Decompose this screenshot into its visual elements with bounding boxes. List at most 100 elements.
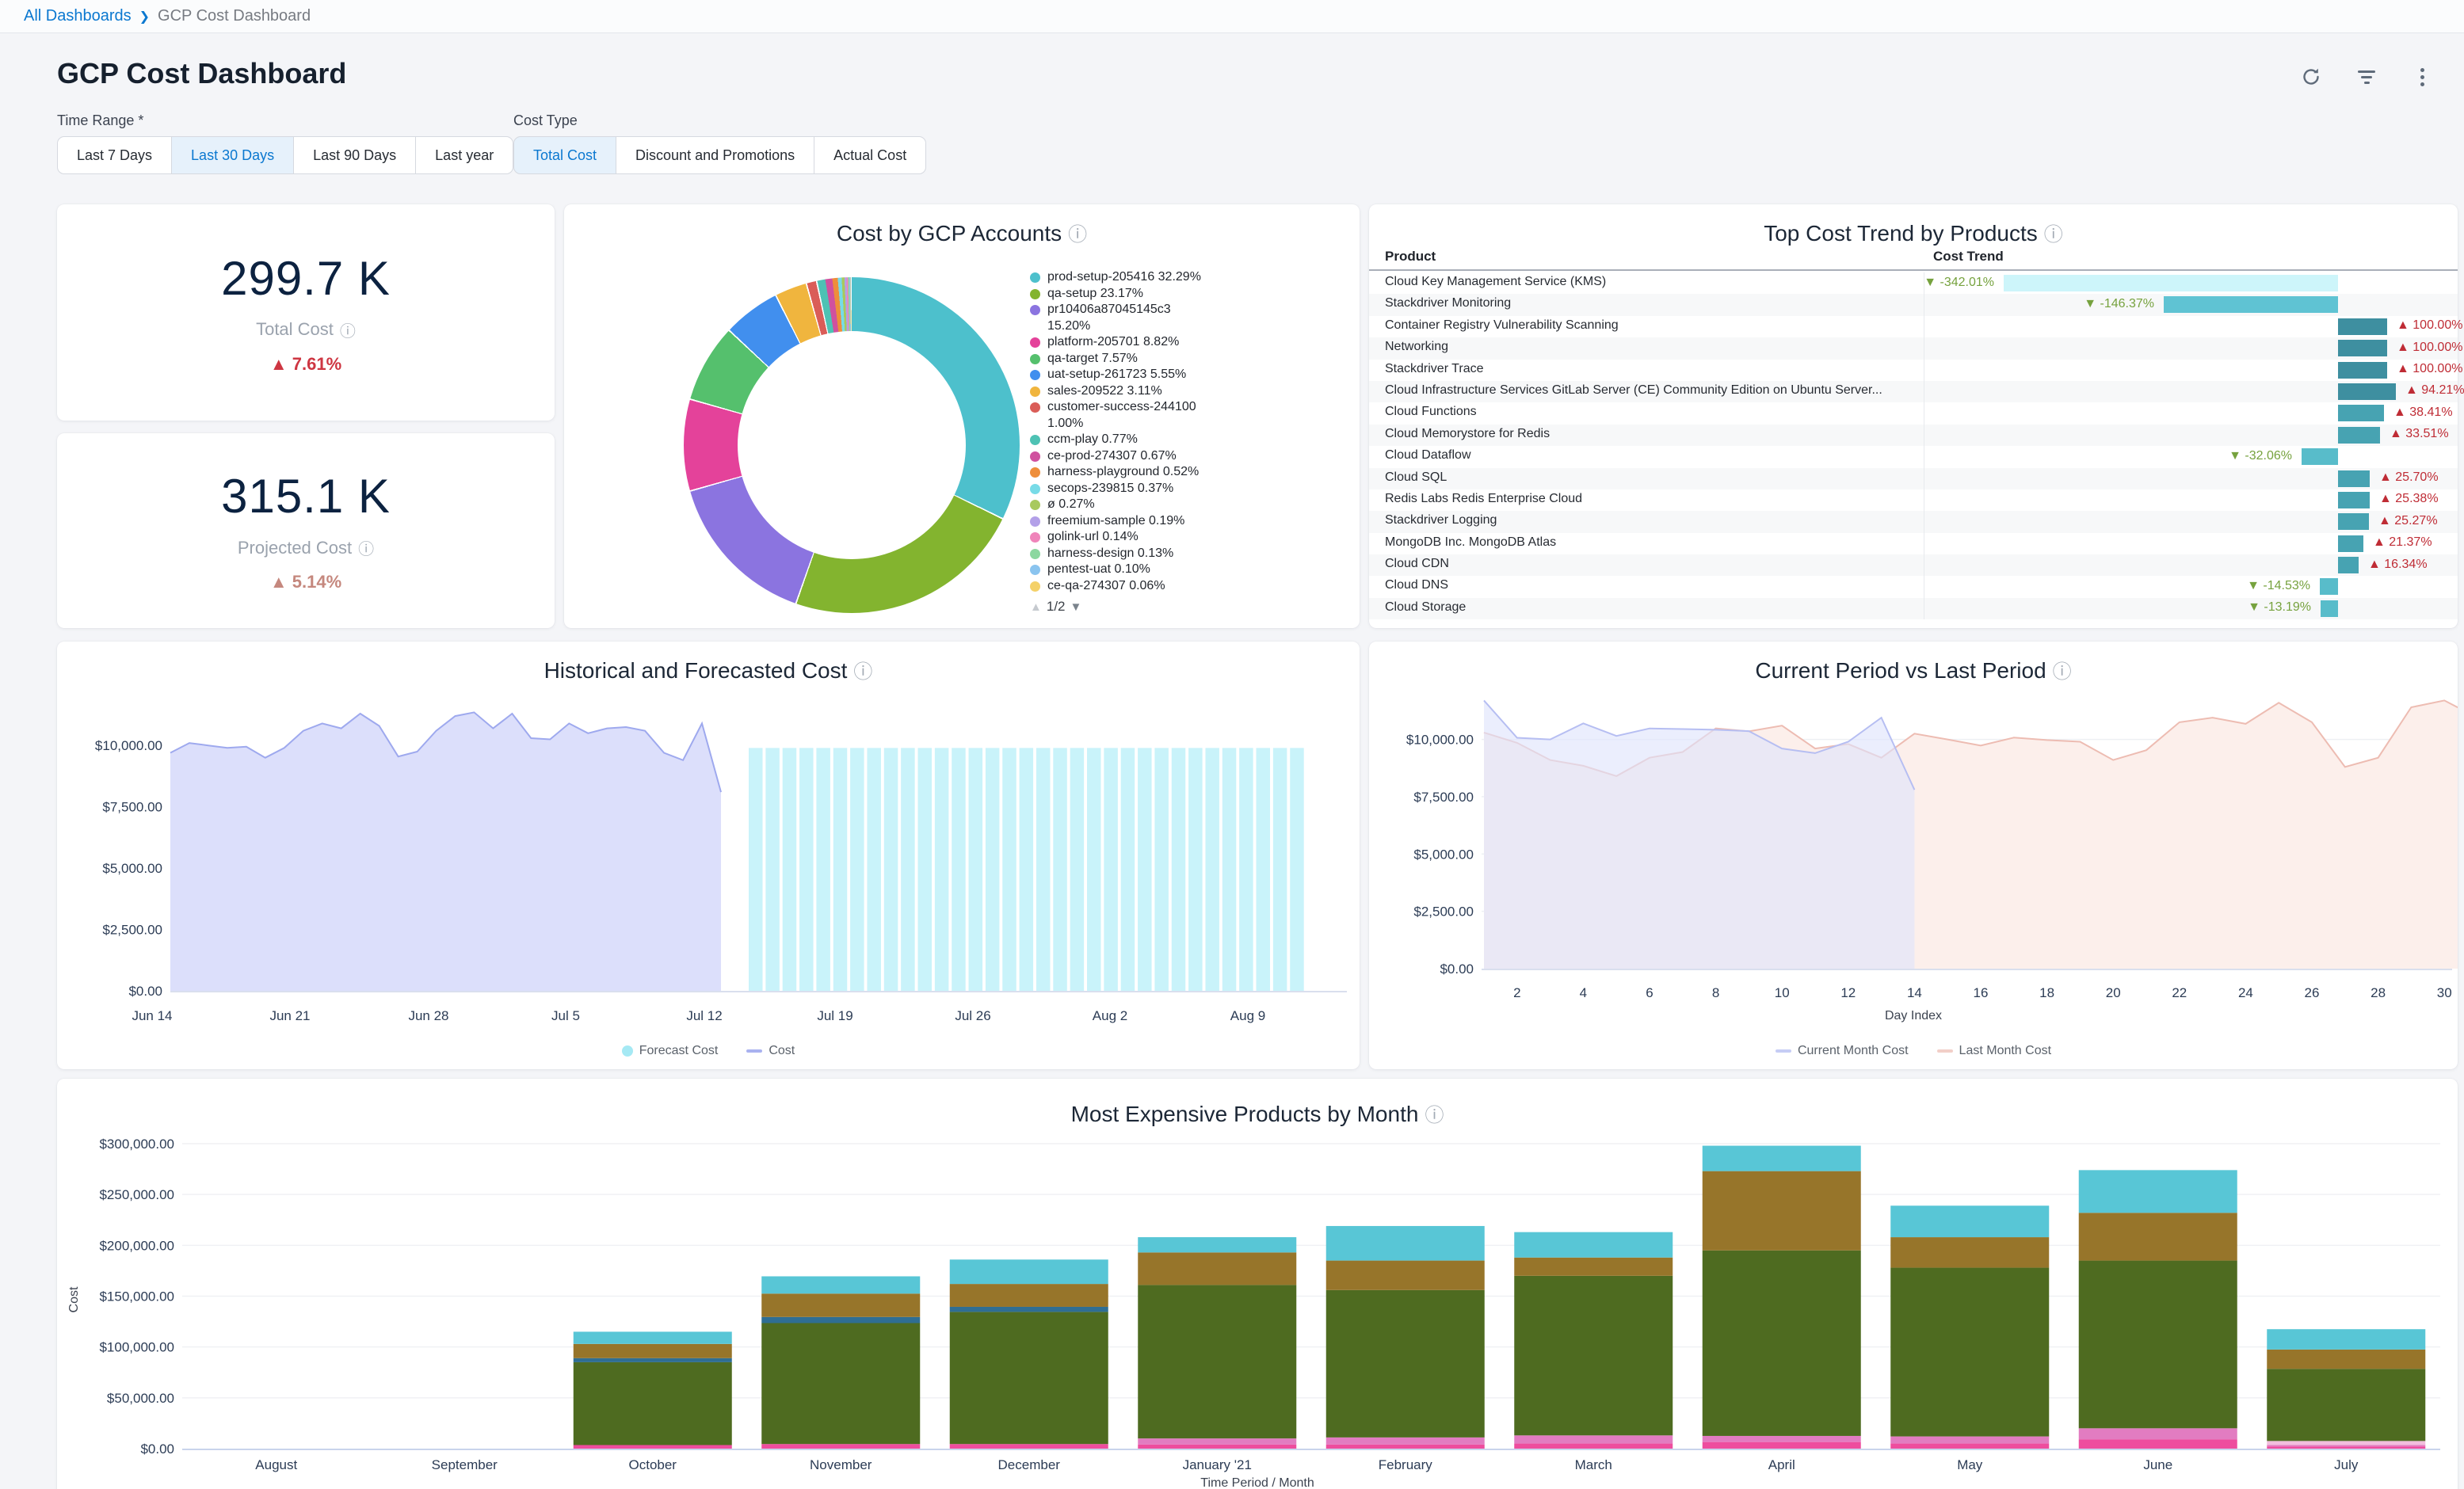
table-row[interactable]: Cloud Dataflow▼ -32.06% [1369,446,2458,467]
table-row[interactable]: Stackdriver Monitoring▼ -146.37% [1369,294,2458,315]
legend-item[interactable]: qa-setup 23.17% [1030,286,1215,303]
hist-chart-legend: Forecast Cost Cost [57,1044,1360,1058]
legend-dot-icon [1030,289,1040,299]
table-row[interactable]: Cloud DNS▼ -14.53% [1369,576,2458,597]
cost-type-total-cost[interactable]: Total Cost [513,136,616,174]
cost-trend-cell: ▲ 25.70% [1924,468,2447,489]
time-range-last-7-days[interactable]: Last 7 Days [57,136,172,174]
legend-page-up-icon[interactable]: ▲ [1030,600,1042,614]
product-name: Cloud Storage [1385,600,1466,615]
chart-legend-item[interactable]: Forecast Cost [622,1044,719,1058]
time-range-last-90-days[interactable]: Last 90 Days [293,136,416,174]
legend-item[interactable]: harness-playground 0.52% [1030,464,1215,481]
svg-text:November: November [810,1457,872,1472]
info-icon[interactable]: ⓘ [1068,224,1087,246]
cost-type-actual-cost[interactable]: Actual Cost [814,136,926,174]
legend-item[interactable]: harness-design 0.13% [1030,546,1215,562]
svg-text:$0.00: $0.00 [128,984,162,999]
cmp-chart-legend: Current Month Cost Last Month Cost [1369,1044,2458,1058]
legend-dot-icon [1030,532,1040,543]
cost-type-label: Cost Type [513,112,578,129]
cost-trend-cell: ▼ -13.19% [1924,598,2447,619]
info-icon[interactable]: ⓘ [340,318,356,341]
cost-trend-cell: ▲ 100.00% [1924,337,2447,359]
legend-item[interactable]: ccm-play 0.77% [1030,432,1215,448]
svg-text:Jun 14: Jun 14 [132,1008,172,1023]
breadcrumb-all-dashboards-link[interactable]: All Dashboards [24,7,132,25]
table-row[interactable]: Cloud Infrastructure Services GitLab Ser… [1369,381,2458,402]
gcp-accounts-donut-chart[interactable] [684,277,1020,613]
table-row[interactable]: Cloud Storage ▼ -13.19% [1369,598,2458,619]
svg-text:10: 10 [1775,985,1790,1000]
trend-percent: ▼ -146.37% [2084,297,2154,311]
legend-page-indicator: 1/2 [1047,599,1066,615]
legend-item[interactable]: pentest-uat 0.10% [1030,562,1215,578]
time-range-last-30-days[interactable]: Last 30 Days [171,136,294,174]
table-row[interactable]: MongoDB Inc. MongoDB Atlas▲ 21.37% [1369,533,2458,554]
total-cost-delta: ▲ 7.61% [270,354,341,375]
trend-bar [2004,275,2338,291]
product-name: Stackdriver Trace [1385,362,1483,376]
legend-label: ce-prod-274307 0.67% [1047,448,1215,465]
legend-item[interactable]: pr10406a87045145c3 15.20% [1030,302,1215,334]
info-icon[interactable]: ⓘ [2044,224,2063,246]
table-row[interactable]: Redis Labs Redis Enterprise Cloud▲ 25.38… [1369,489,2458,511]
legend-item[interactable]: uat-setup-261723 5.55% [1030,367,1215,383]
svg-text:Jun 28: Jun 28 [408,1008,448,1023]
most-expensive-products-chart[interactable]: $300,000.00$250,000.00$200,000.00$150,00… [57,1079,2458,1489]
legend-label: golink-url 0.14% [1047,529,1215,546]
legend-item[interactable]: ce-prod-274307 0.67% [1030,448,1215,465]
trend-percent: ▲ 25.27% [2378,514,2438,528]
legend-dot-icon [1030,402,1040,413]
legend-item[interactable]: freemium-sample 0.19% [1030,513,1215,530]
legend-item[interactable]: qa-target 7.57% [1030,351,1215,367]
refresh-icon[interactable] [2299,65,2323,89]
legend-item[interactable]: customer-success-244100 1.00% [1030,399,1215,432]
trend-bar [2338,340,2387,356]
info-icon[interactable]: ⓘ [358,536,374,559]
legend-item[interactable]: sales-209522 3.11% [1030,383,1215,400]
table-row[interactable]: Cloud SQL▲ 25.70% [1369,468,2458,489]
legend-item[interactable]: secops-239815 0.37% [1030,481,1215,497]
svg-text:$10,000.00: $10,000.00 [95,738,162,753]
svg-text:September: September [432,1457,498,1472]
legend-label: secops-239815 0.37% [1047,481,1215,497]
chart-legend-item[interactable]: Cost [746,1044,795,1058]
legend-item[interactable]: platform-205701 8.82% [1030,334,1215,351]
table-row[interactable]: Networking▲ 100.00% [1369,337,2458,359]
table-row[interactable]: Stackdriver Logging▲ 25.27% [1369,511,2458,532]
product-name: MongoDB Inc. MongoDB Atlas [1385,535,1556,550]
product-name: Cloud Infrastructure Services GitLab Ser… [1385,383,1882,398]
legend-page-down-icon[interactable]: ▼ [1070,600,1082,614]
product-name: Redis Labs Redis Enterprise Cloud [1385,492,1582,506]
kebab-menu-icon[interactable] [2410,65,2434,89]
svg-text:$2,500.00: $2,500.00 [1413,904,1474,920]
legend-item[interactable]: golink-url 0.14% [1030,529,1215,546]
product-column-header[interactable]: Product [1385,249,1436,265]
table-row[interactable]: Cloud Memorystore for Redis▲ 33.51% [1369,425,2458,446]
cost-trend-column-header[interactable]: Cost Trend [1933,249,2004,265]
legend-dot-icon [1030,354,1040,364]
svg-text:$5,000.00: $5,000.00 [1413,847,1474,862]
legend-item[interactable]: prod-setup-205416 32.29% [1030,269,1215,286]
chart-legend-item[interactable]: Last Month Cost [1937,1044,2052,1058]
cost-by-gcp-accounts-card: Cost by GCP Accountsⓘ prod-setup-205416 … [564,204,1360,628]
table-row[interactable]: Container Registry Vulnerability Scannin… [1369,316,2458,337]
current-vs-last-period-chart[interactable]: $10,000.00$7,500.00$5,000.00$2,500.00$0.… [1369,642,2458,1069]
legend-item[interactable]: ce-qa-274307 0.06% [1030,578,1215,595]
time-range-last-year[interactable]: Last year [415,136,513,174]
cost-type-discount-and-promotions[interactable]: Discount and Promotions [616,136,814,174]
legend-item[interactable]: ø 0.27% [1030,497,1215,513]
table-row[interactable]: Stackdriver Trace▲ 100.00% [1369,360,2458,381]
table-row[interactable]: Cloud Key Management Service (KMS)▼ -342… [1369,272,2458,294]
svg-text:Jun 21: Jun 21 [269,1008,310,1023]
chart-legend-item[interactable]: Current Month Cost [1776,1044,1909,1058]
trend-bar [2302,448,2338,465]
filter-icon[interactable] [2355,65,2378,89]
table-row[interactable]: Cloud CDN▲ 16.34% [1369,554,2458,576]
table-row[interactable]: Cloud Functions▲ 38.41% [1369,402,2458,424]
historical-forecast-chart[interactable]: $10,000.00$7,500.00$5,000.00$2,500.00$0.… [57,642,1360,1069]
trend-percent: ▼ -14.53% [2247,579,2310,593]
legend-label: pentest-uat 0.10% [1047,562,1215,578]
cost-type-segmented-control: Total Cost Discount and Promotions Actua… [513,136,926,174]
